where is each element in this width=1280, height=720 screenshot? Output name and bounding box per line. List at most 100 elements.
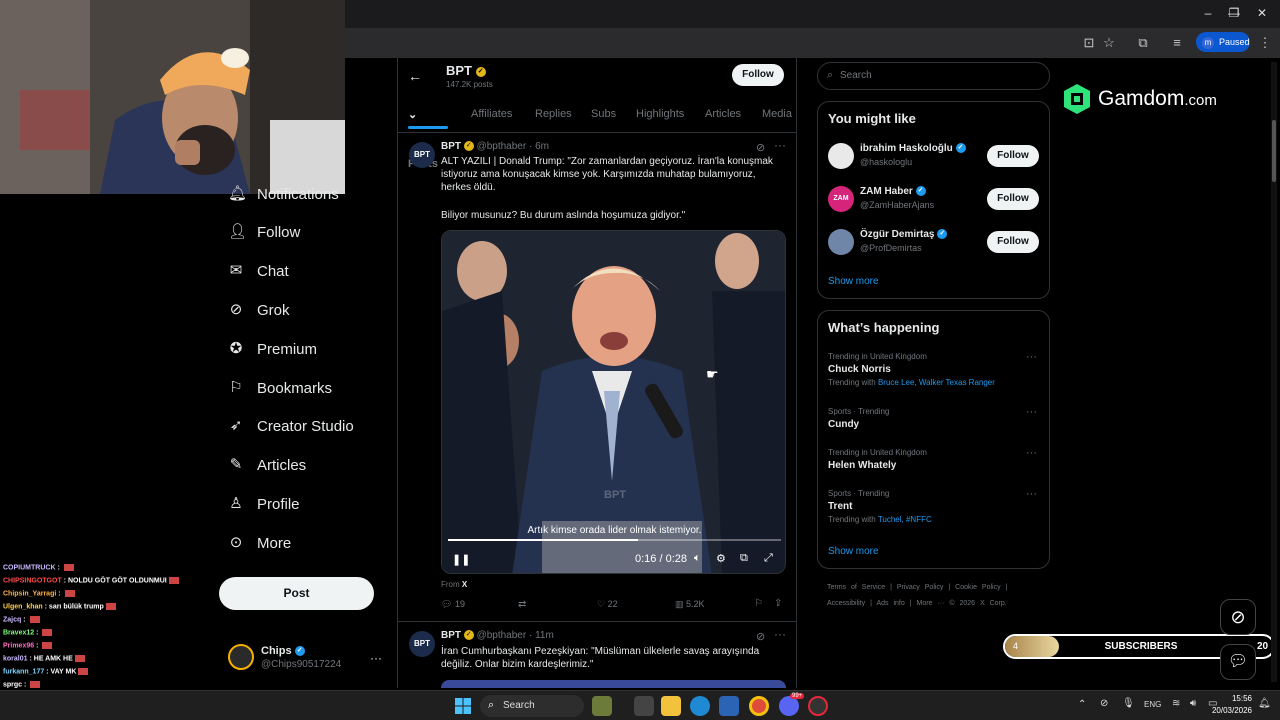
microphone-icon[interactable]: 🎙︎	[1122, 698, 1135, 709]
grok-float-icon[interactable]: ⊘	[1220, 599, 1256, 635]
tab-replies[interactable]: Replies	[535, 108, 572, 120]
nav-profile[interactable]: ♙ Profile	[228, 489, 299, 519]
settings-icon[interactable]: ⚙	[716, 552, 726, 565]
edge-icon[interactable]	[690, 696, 710, 716]
language-indicator[interactable]: ENG	[1144, 700, 1161, 709]
tab-subs[interactable]: Subs	[591, 108, 616, 120]
close-icon[interactable]: ✕	[1252, 4, 1272, 22]
trend-more-icon[interactable]: ···	[1026, 488, 1037, 500]
footer-link[interactable]: Privacy Policy	[897, 584, 944, 591]
chat-username[interactable]: COPIUMTRUCK	[3, 564, 56, 571]
account-menu-icon[interactable]: ···	[370, 651, 382, 665]
footer-link[interactable]: Ads info	[876, 600, 904, 607]
chat-username[interactable]: sprgc	[3, 681, 22, 688]
tweet-time[interactable]: · 11m	[529, 630, 554, 641]
chat-username[interactable]: Ulgen_khan	[3, 603, 43, 610]
nav-follow[interactable]: 👤︎ Follow	[228, 217, 300, 247]
trend-more-icon[interactable]: ···	[1026, 351, 1037, 363]
network-off-icon[interactable]: ⊘	[1100, 698, 1108, 709]
grok-icon[interactable]: ⊘	[756, 630, 765, 643]
store-icon[interactable]	[719, 696, 739, 716]
extensions-icon[interactable]: ⧉	[1134, 34, 1152, 52]
tab-media[interactable]: Media	[762, 108, 792, 120]
user-avatar[interactable]	[828, 143, 854, 169]
fullscreen-icon[interactable]: ⤢	[764, 552, 773, 565]
footer-link[interactable]: More ···	[917, 600, 945, 607]
page-scrollbar[interactable]	[1271, 62, 1277, 682]
trend-more-icon[interactable]: ···	[1026, 447, 1037, 459]
tweet-more-icon[interactable]: ···	[774, 627, 786, 641]
tab-articles[interactable]: Articles	[705, 108, 741, 120]
tweet-media-preview[interactable]	[441, 680, 786, 688]
wifi-icon[interactable]: ≋	[1172, 698, 1180, 709]
file-explorer-icon[interactable]	[661, 696, 681, 716]
follow-profile-button[interactable]: Follow	[732, 64, 784, 86]
repost-button[interactable]: ⇄	[518, 599, 526, 610]
restore-icon[interactable]: ❐	[1224, 4, 1244, 22]
follow-button[interactable]: Follow	[987, 145, 1039, 167]
account-avatar[interactable]	[228, 644, 254, 670]
kebab-menu-icon[interactable]: ⋮	[1256, 34, 1274, 52]
tweet-avatar[interactable]: BPT	[409, 631, 435, 657]
trend-item[interactable]: Trending in United Kingdom Helen Whately	[828, 448, 1028, 471]
star-icon[interactable]: ☆	[1100, 34, 1118, 52]
nav-creator-studio[interactable]: ➶ Creator Studio	[228, 411, 354, 441]
user-avatar[interactable]	[828, 229, 854, 255]
nav-articles[interactable]: ✎ Articles	[228, 450, 306, 480]
tweet-handle[interactable]: @bpthaber	[477, 141, 527, 152]
nav-notifications[interactable]: 🔔︎ Notifications	[228, 179, 339, 209]
follow-button[interactable]: Follow	[987, 231, 1039, 253]
nav-chat[interactable]: ✉ Chat	[228, 256, 289, 286]
trend-with-links[interactable]: Tuchel, #NFFC	[878, 515, 932, 524]
minimize-icon[interactable]: –	[1198, 4, 1218, 22]
tweet-author[interactable]: BPT	[441, 141, 461, 152]
reply-button[interactable]: 💬︎ 19	[441, 599, 465, 610]
volume-icon[interactable]: 🔈︎	[694, 552, 701, 565]
footer-link[interactable]: Cookie Policy	[955, 584, 1000, 591]
tab-affiliates[interactable]: Affiliates	[471, 108, 512, 120]
nav-more[interactable]: ⊙ More	[228, 528, 291, 558]
chat-username[interactable]: CHIPSINGOTGOT	[3, 577, 62, 584]
chat-username[interactable]: Bravex12	[3, 629, 34, 636]
pause-icon[interactable]: ❚❚	[452, 553, 470, 566]
trend-item[interactable]: Sports · Trending Trent Trending with Tu…	[828, 489, 1028, 524]
footer-link[interactable]: Accessibility	[827, 600, 865, 607]
chat-username[interactable]: furkann_177	[3, 668, 44, 675]
clock-date[interactable]: 20/03/2026	[1206, 706, 1252, 715]
grok-icon[interactable]: ⊘	[756, 141, 765, 154]
install-app-icon[interactable]: ⊡	[1080, 34, 1098, 52]
search-placeholder[interactable]: Search	[840, 70, 872, 81]
discord-icon[interactable]	[779, 696, 799, 716]
tweet-time[interactable]: · 6m	[529, 141, 549, 152]
scrollbar-thumb[interactable]	[1272, 120, 1276, 182]
chat-username[interactable]: koral01	[3, 655, 28, 662]
trend-with-links[interactable]: Bruce Lee, Walker Texas Ranger	[878, 378, 995, 387]
views-button[interactable]: ▥ 5.2K	[675, 599, 705, 610]
search-box[interactable]: ⌕ Search	[817, 62, 1050, 90]
picture-in-picture-icon[interactable]: ⧉	[740, 552, 748, 565]
trend-more-icon[interactable]: ···	[1026, 406, 1037, 418]
windows-start-icon[interactable]	[455, 698, 471, 714]
share-icon[interactable]: ⇪	[774, 598, 782, 609]
nav-grok[interactable]: ⊘ Grok	[228, 295, 290, 325]
user-avatar[interactable]: ZAM	[828, 186, 854, 212]
tweet-avatar[interactable]: BPT	[409, 142, 435, 168]
show-more-link[interactable]: Show more	[828, 546, 879, 557]
user-name[interactable]: ibrahim Haskoloğlu ✓	[860, 143, 966, 154]
video-progress-track[interactable]	[448, 539, 781, 541]
post-button[interactable]: Post	[219, 577, 374, 610]
tray-overflow-icon[interactable]: ⌃	[1078, 699, 1086, 710]
taskbar-search[interactable]: ⌕ Search	[480, 695, 584, 717]
trend-item[interactable]: Trending in United Kingdom Chuck Norris …	[828, 352, 1028, 387]
trend-item[interactable]: Sports · Trending Cundy	[828, 407, 1028, 430]
notifications-icon[interactable]: 🔔︎	[1258, 698, 1271, 709]
task-view-icon[interactable]	[634, 696, 654, 716]
widgets-icon[interactable]	[592, 696, 612, 716]
user-name[interactable]: Özgür Demirtaş ✓	[860, 229, 948, 240]
clock-time[interactable]: 15:56	[1222, 694, 1252, 703]
user-name[interactable]: ZAM Haber ✓	[860, 186, 926, 197]
tweet-author[interactable]: BPT	[441, 630, 461, 641]
chrome-icon[interactable]	[749, 696, 769, 716]
nav-premium[interactable]: ✪ Premium	[228, 334, 317, 364]
reading-list-icon[interactable]: ≡	[1168, 34, 1186, 52]
